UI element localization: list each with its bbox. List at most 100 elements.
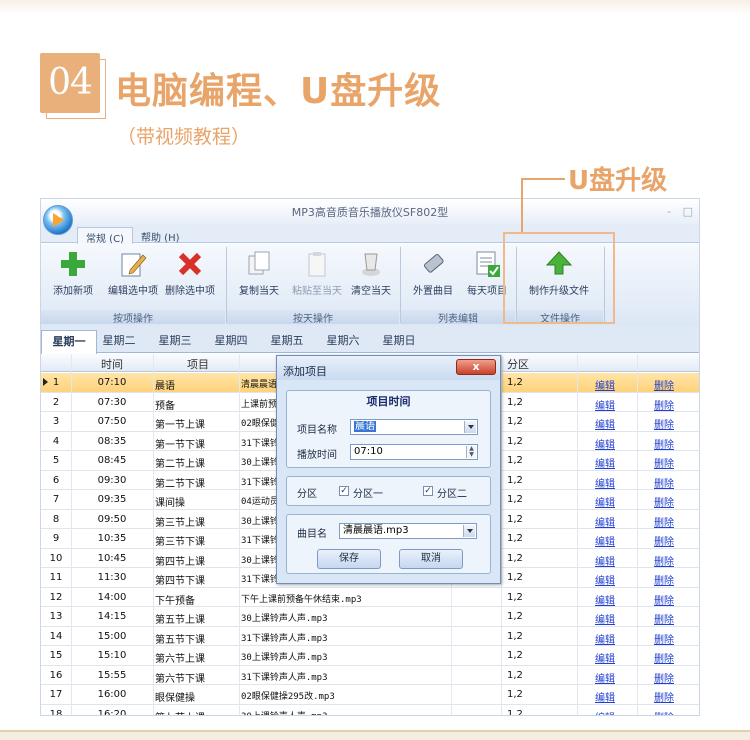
table-row[interactable]: 13 14:15 第五节上课 30上课铃声人声.mp3 1,2 编辑 删除 bbox=[41, 607, 699, 627]
row-item: 第二节下课 bbox=[155, 478, 205, 490]
header-time[interactable]: 时间 bbox=[101, 356, 123, 372]
spinner-icon[interactable]: ▲ ▼ bbox=[466, 446, 476, 458]
tab-monday[interactable]: 星期一 bbox=[41, 330, 97, 354]
song-value: 清晨晨语.mp3 bbox=[343, 525, 409, 536]
row-number: 18 bbox=[49, 708, 63, 716]
edit-icon bbox=[121, 253, 147, 277]
zone-1-checkbox[interactable]: ✓ bbox=[339, 486, 349, 496]
delete-link[interactable]: 删除 bbox=[654, 494, 674, 509]
edit-link[interactable]: 编辑 bbox=[595, 650, 615, 665]
delete-link[interactable]: 删除 bbox=[654, 650, 674, 665]
row-number: 17 bbox=[49, 689, 63, 700]
zone-2-checkbox[interactable]: ✓ bbox=[423, 486, 433, 496]
row-zone: 1,2 bbox=[507, 533, 523, 544]
tab-general[interactable]: 常规 (C) bbox=[77, 227, 133, 245]
edit-link[interactable]: 编辑 bbox=[595, 416, 615, 431]
row-item: 眼保健操 bbox=[155, 693, 195, 704]
delete-link[interactable]: 删除 bbox=[654, 533, 674, 548]
edit-link[interactable]: 编辑 bbox=[595, 533, 615, 548]
delete-link[interactable]: 删除 bbox=[654, 436, 674, 451]
edit-link[interactable]: 编辑 bbox=[595, 475, 615, 490]
delete-link[interactable]: 删除 bbox=[654, 631, 674, 646]
delete-link[interactable]: 删除 bbox=[654, 416, 674, 431]
delete-link[interactable]: 删除 bbox=[654, 572, 674, 587]
song-select[interactable]: 清晨晨语.mp3 bbox=[339, 523, 477, 539]
row-zone: 1,2 bbox=[507, 377, 523, 388]
time-input[interactable]: 07:10 ▲ ▼ bbox=[350, 444, 478, 460]
delete-link[interactable]: 删除 bbox=[654, 514, 674, 529]
clear-day-button[interactable]: 清空当天 bbox=[339, 248, 403, 306]
dialog-title-bar: 添加项目 x bbox=[277, 356, 500, 380]
tab-saturday[interactable]: 星期六 bbox=[315, 330, 371, 352]
delete-link[interactable]: 删除 bbox=[654, 670, 674, 685]
row-file: 02眼保健操295改.mp3 bbox=[241, 692, 335, 702]
table-row[interactable]: 15 15:10 第六节上课 30上课铃声人声.mp3 1,2 编辑 删除 bbox=[41, 646, 699, 666]
row-zone: 1,2 bbox=[507, 669, 523, 681]
row-item: 第五节下课 bbox=[155, 634, 205, 646]
delete-selected-button[interactable]: 删除选中项 bbox=[157, 248, 223, 306]
add-item-button[interactable]: 添加新项 bbox=[41, 248, 105, 306]
delete-link[interactable]: 删除 bbox=[654, 475, 674, 490]
edit-link[interactable]: 编辑 bbox=[595, 670, 615, 685]
page-title: 电脑编程、U盘升级 bbox=[115, 71, 442, 112]
tab-help[interactable]: 帮助 (H) bbox=[133, 227, 188, 244]
group-caption-item: 按项操作 bbox=[41, 310, 225, 325]
table-row[interactable]: 12 14:00 下午预备 下午上课前预备午休结束.mp3 1,2 编辑 删除 bbox=[41, 588, 699, 607]
tab-tuesday[interactable]: 星期二 bbox=[91, 330, 147, 352]
delete-link[interactable]: 删除 bbox=[654, 709, 674, 716]
copy-day-button[interactable]: 复制当天 bbox=[227, 248, 291, 306]
edit-link[interactable]: 编辑 bbox=[595, 494, 615, 509]
zone-1-label: 分区一 bbox=[353, 489, 383, 500]
row-zone: 1,2 bbox=[507, 689, 523, 700]
edit-link[interactable]: 编辑 bbox=[595, 592, 615, 607]
delete-link[interactable]: 删除 bbox=[654, 553, 674, 568]
row-item: 预备 bbox=[155, 400, 175, 412]
cancel-button[interactable]: 取消 bbox=[399, 549, 463, 569]
window-controls[interactable]: - □ bbox=[667, 205, 697, 218]
delete-link[interactable]: 删除 bbox=[654, 455, 674, 470]
header-zone[interactable]: 分区 bbox=[507, 356, 529, 372]
table-row[interactable]: 16 15:55 第六节下课 31下课铃声人声.mp3 1,2 编辑 删除 bbox=[41, 666, 699, 685]
group-caption-list: 列表编辑 bbox=[401, 310, 515, 325]
row-file: 30上课铃声人声.mp3 bbox=[241, 653, 328, 663]
row-item: 第四节上课 bbox=[155, 556, 205, 568]
close-button[interactable]: x bbox=[456, 359, 496, 375]
edit-link[interactable]: 编辑 bbox=[595, 572, 615, 587]
edit-link[interactable]: 编辑 bbox=[595, 611, 615, 626]
delete-link[interactable]: 删除 bbox=[654, 397, 674, 412]
delete-link[interactable]: 删除 bbox=[654, 377, 674, 392]
table-row[interactable]: 17 16:00 眼保健操 02眼保健操295改.mp3 1,2 编辑 删除 bbox=[41, 685, 699, 705]
chevron-down-icon[interactable] bbox=[464, 421, 476, 433]
tab-wednesday[interactable]: 星期三 bbox=[147, 330, 203, 352]
edit-link[interactable]: 编辑 bbox=[595, 553, 615, 568]
song-label: 曲目名 bbox=[297, 529, 327, 540]
delete-link[interactable]: 删除 bbox=[654, 689, 674, 704]
delete-link[interactable]: 删除 bbox=[654, 611, 674, 626]
row-time: 07:50 bbox=[97, 416, 127, 427]
edit-link[interactable]: 编辑 bbox=[595, 455, 615, 470]
dialog-title: 添加项目 bbox=[283, 365, 327, 378]
row-zone: 1,2 bbox=[507, 416, 523, 427]
header-item[interactable]: 项目 bbox=[187, 356, 209, 372]
chevron-down-icon[interactable] bbox=[463, 525, 475, 537]
edit-link[interactable]: 编辑 bbox=[595, 514, 615, 529]
tab-thursday[interactable]: 星期四 bbox=[203, 330, 259, 352]
edit-link[interactable]: 编辑 bbox=[595, 709, 615, 716]
table-row[interactable]: 14 15:00 第五节下课 31下课铃声人声.mp3 1,2 编辑 删除 bbox=[41, 627, 699, 646]
edit-link[interactable]: 编辑 bbox=[595, 436, 615, 451]
table-row[interactable]: 18 16:20 第七节上课30上课铃声人声.mp3 1,2 编辑 删除 bbox=[41, 705, 699, 716]
edit-link[interactable]: 编辑 bbox=[595, 397, 615, 412]
edit-link[interactable]: 编辑 bbox=[595, 689, 615, 704]
edit-link[interactable]: 编辑 bbox=[595, 377, 615, 392]
save-button[interactable]: 保存 bbox=[317, 549, 381, 569]
name-select[interactable]: 晨语 bbox=[350, 419, 478, 435]
group-caption-day: 按天操作 bbox=[227, 310, 399, 325]
callout-line bbox=[521, 178, 565, 180]
row-time: 16:20 bbox=[97, 708, 127, 716]
row-zone: 1,2 bbox=[507, 708, 523, 716]
delete-link[interactable]: 删除 bbox=[654, 592, 674, 607]
edit-link[interactable]: 编辑 bbox=[595, 631, 615, 646]
column-divider bbox=[501, 354, 502, 715]
tab-sunday[interactable]: 星期日 bbox=[371, 330, 427, 352]
tab-friday[interactable]: 星期五 bbox=[259, 330, 315, 352]
